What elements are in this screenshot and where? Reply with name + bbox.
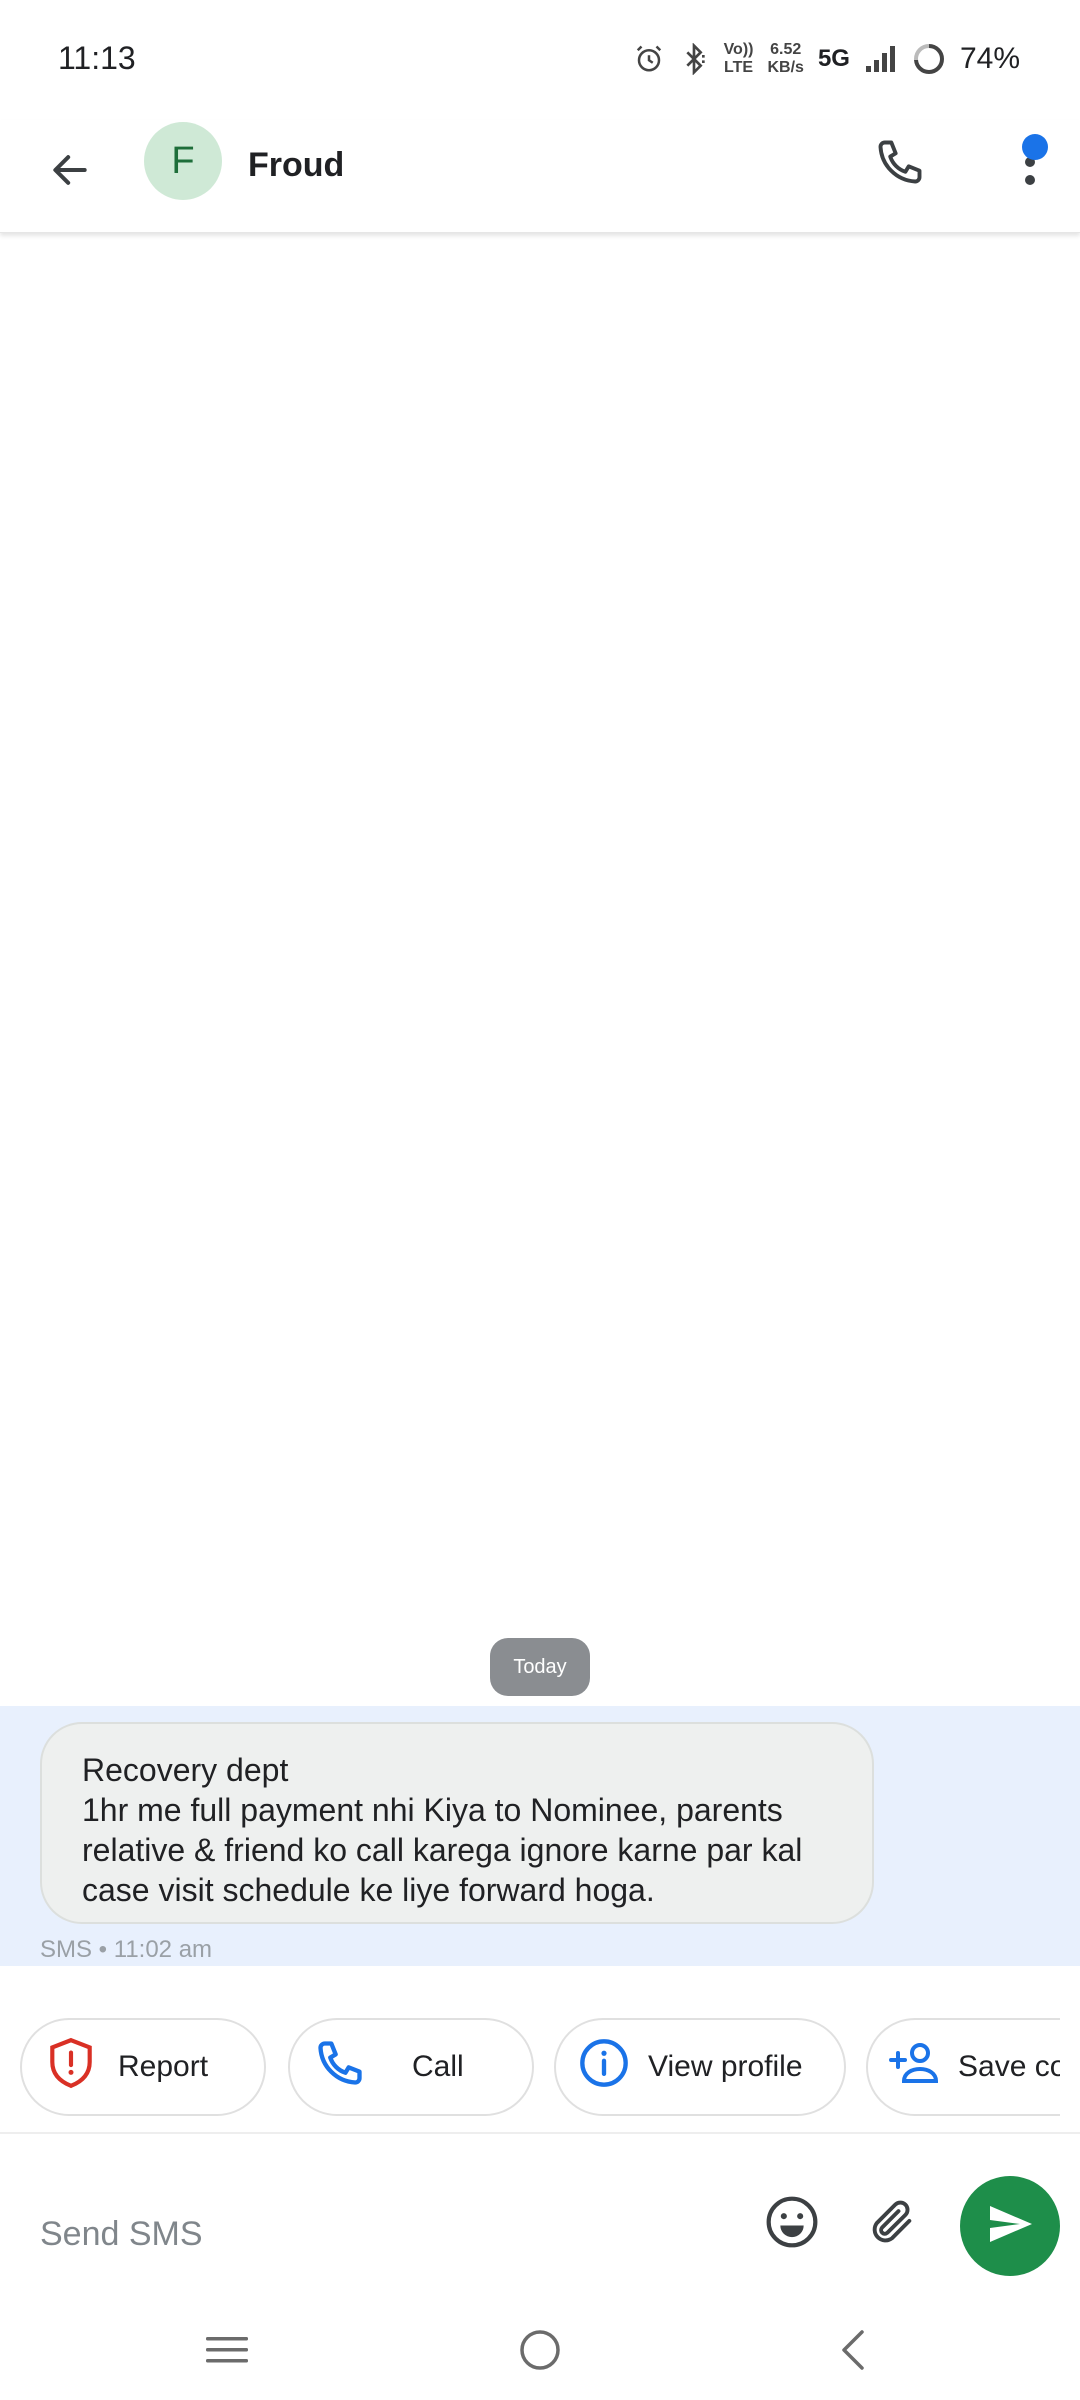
date-divider: Today [490,1638,590,1696]
network-rate-unit: KB/s [767,59,804,76]
back-icon [836,2328,870,2377]
signal-icon [864,44,898,74]
attach-button[interactable] [862,2194,922,2254]
volte-top: Vo)) [723,41,754,58]
message-meta: SMS • 11:02 am [40,1936,213,1963]
call-chip-label: Call [412,2050,464,2083]
phone-icon [314,2037,366,2097]
send-icon [986,2200,1034,2253]
emoji-icon [764,2194,820,2255]
add-person-icon [888,2040,944,2094]
send-button[interactable] [960,2176,1060,2276]
info-icon [578,2037,630,2097]
view-profile-chip[interactable]: View profile [554,2018,846,2116]
status-time: 11:13 [58,40,136,76]
arrow-back-icon [48,148,92,197]
battery-percent: 74% [959,42,1020,75]
battery-ring-icon [912,42,946,76]
contact-name[interactable]: Froud [248,146,344,185]
report-chip[interactable]: Report [20,2018,266,2116]
alarm-icon [634,44,664,74]
view-profile-chip-label: View profile [648,2050,803,2083]
report-chip-label: Report [118,2050,209,2083]
message-bubble[interactable]: Recovery dept 1hr me full payment nhi Ki… [40,1722,874,1924]
message-text: Recovery dept 1hr me full payment nhi Ki… [82,1752,803,1908]
status-icons: Vo)) LTE 6.52 KB/s 5G 74% [634,34,1020,84]
save-contact-chip[interactable]: Save co [866,2018,1060,2116]
bluetooth-icon [678,43,710,75]
call-chip[interactable]: Call [288,2018,534,2116]
avatar[interactable]: F [144,122,222,200]
message-input[interactable] [40,2210,720,2258]
suggestion-chips: Report Call View profile Save co [20,2018,1060,2116]
status-bar: 11:13 Vo)) LTE 6.52 KB/s 5G 74% [0,0,1080,120]
volte-indicator: Vo)) LTE [724,41,754,77]
phone-icon [874,136,926,193]
report-shield-icon [46,2036,96,2098]
menu-icon [204,2333,250,2372]
home-icon [518,2328,562,2377]
emoji-button[interactable] [762,2194,822,2254]
nav-home-button[interactable] [495,2316,585,2388]
notification-dot [1022,134,1048,160]
network-rate-value: 6.52 [770,41,802,58]
volte-bottom: LTE [724,59,754,76]
network-type: 5G [817,45,850,72]
save-contact-chip-label: Save co [958,2050,1060,2083]
back-button[interactable] [38,140,102,204]
nav-back-button[interactable] [808,2316,898,2388]
nav-recents-button[interactable] [182,2316,272,2388]
network-rate: 6.52 KB/s [767,41,803,77]
attach-icon [866,2196,918,2253]
call-button[interactable] [864,128,936,200]
